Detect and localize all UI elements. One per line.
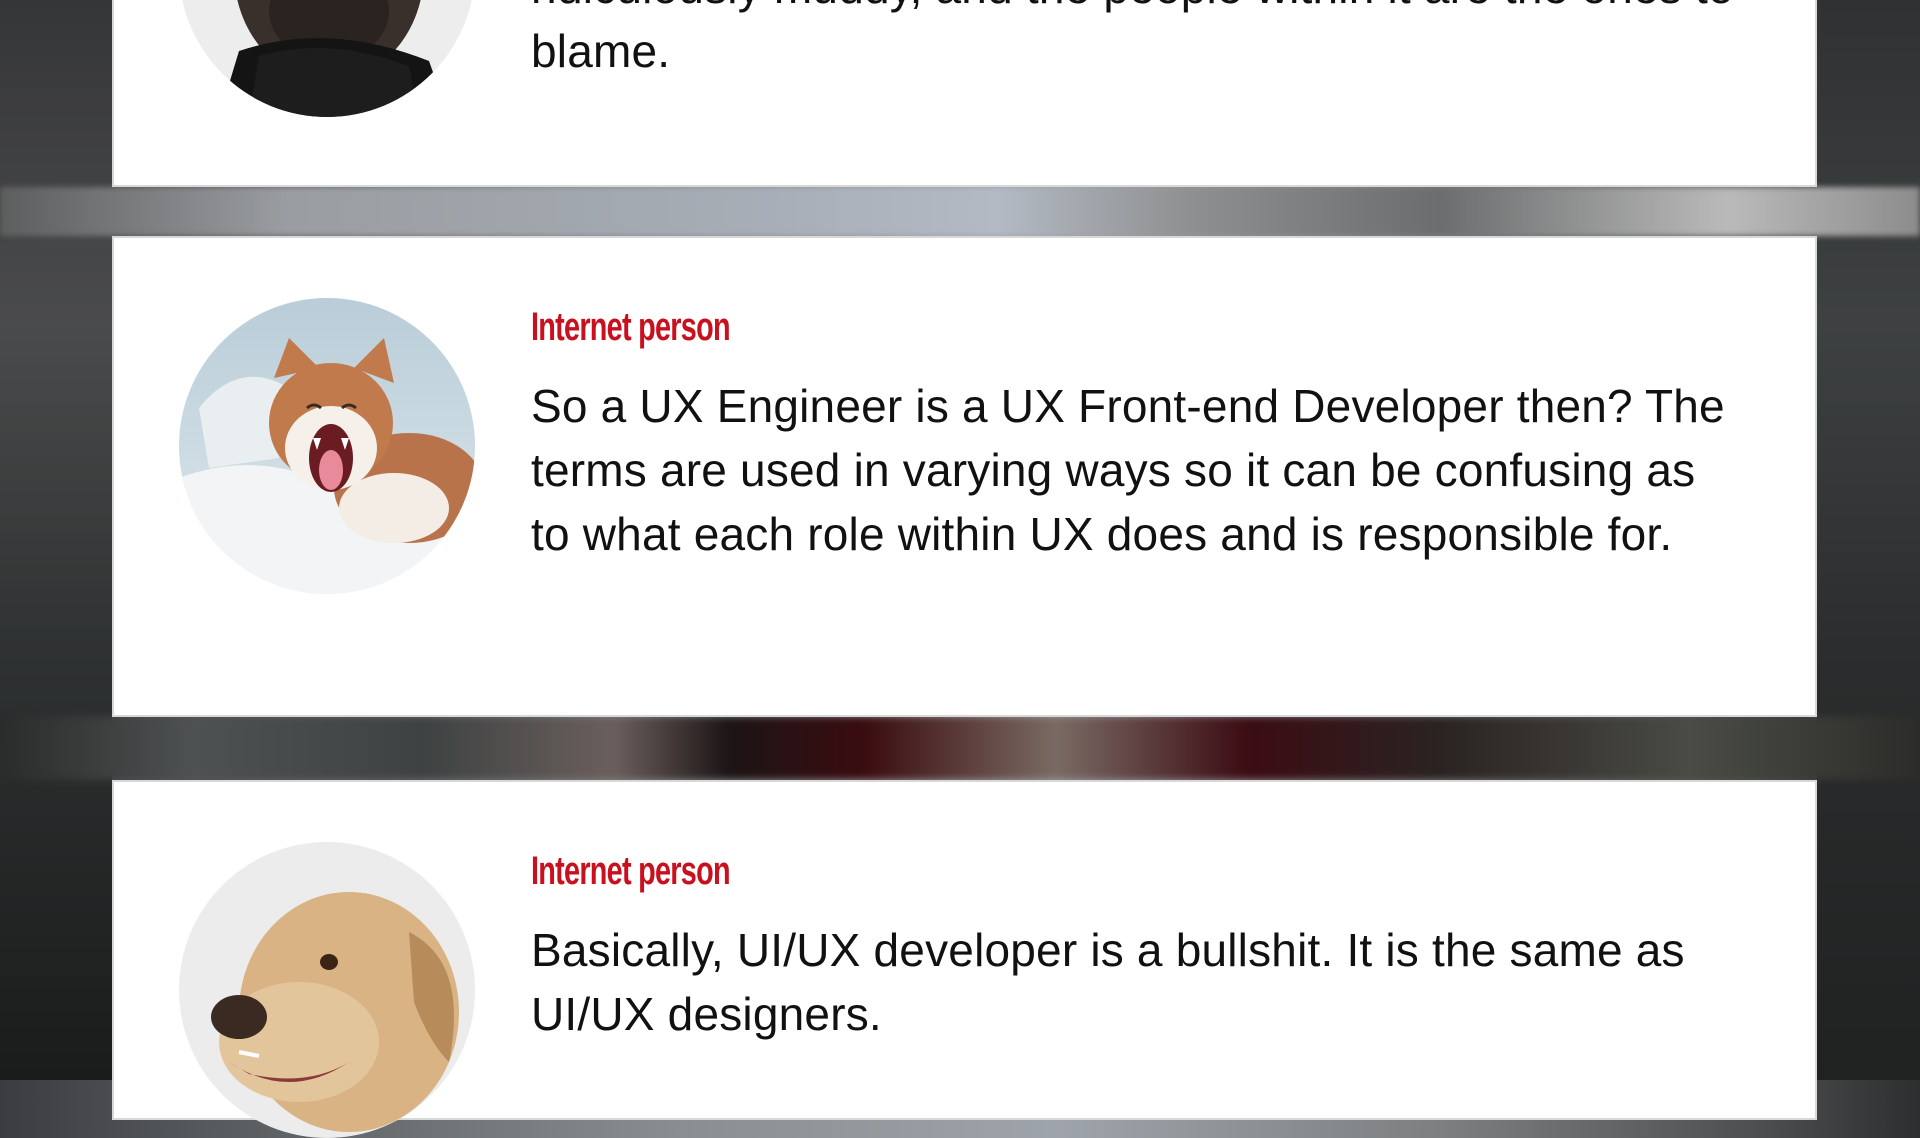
comment-card: Internet person So a UX Engineer is a UX…: [112, 236, 1817, 717]
comment-text: ridiculously muddy, and the people withi…: [531, 0, 1734, 77]
comment-content: Internet person Basically, UI/UX develop…: [531, 848, 1745, 1046]
background-left: [0, 0, 112, 1080]
comment-author: Internet person: [531, 305, 731, 349]
pug-dog-icon: [179, 0, 475, 117]
cat-avatar: [179, 298, 475, 594]
background-gap: [0, 716, 1920, 780]
comment-text: So a UX Engineer is a UX Front-end Devel…: [531, 380, 1725, 560]
background-right: [1817, 0, 1920, 1080]
background-gap: [0, 187, 1920, 236]
comment-card: ridiculously muddy, and the people withi…: [112, 0, 1817, 187]
comment-card: Internet person Basically, UI/UX develop…: [112, 780, 1817, 1138]
comment-author: Internet person: [531, 849, 731, 893]
comment-text: Basically, UI/UX developer is a bullshit…: [531, 924, 1685, 1040]
labrador-avatar: [179, 842, 475, 1138]
comment-content: Internet person So a UX Engineer is a UX…: [531, 304, 1745, 566]
pug-avatar: [179, 0, 475, 117]
comment-content: ridiculously muddy, and the people withi…: [531, 0, 1745, 83]
yawning-cat-icon: [179, 298, 475, 594]
labrador-dog-icon: [179, 842, 475, 1138]
